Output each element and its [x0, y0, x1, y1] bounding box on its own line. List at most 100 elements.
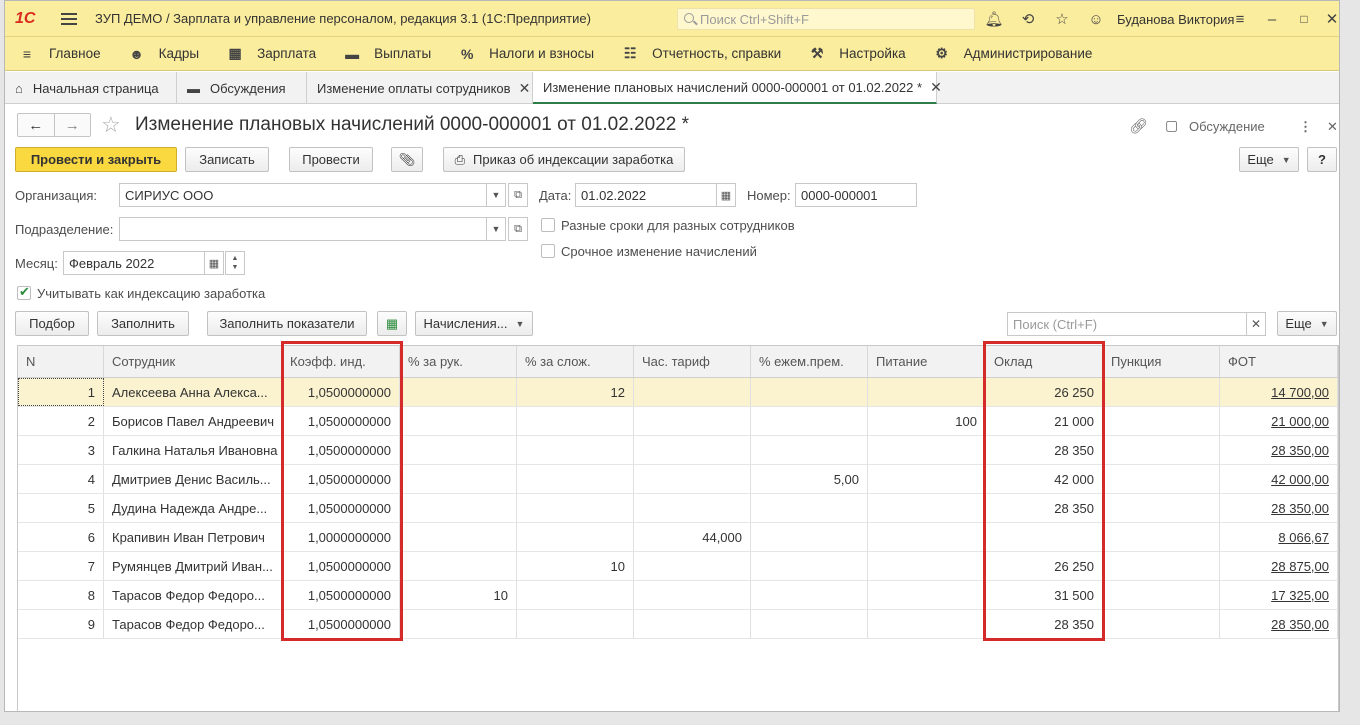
more-vertical-icon[interactable]: ⋮: [1299, 119, 1312, 135]
table-cell[interactable]: [400, 465, 517, 493]
fill-button[interactable]: Заполнить: [97, 311, 189, 336]
column-header[interactable]: Сотрудник: [104, 346, 282, 377]
table-cell[interactable]: [751, 407, 868, 435]
table-cell[interactable]: 100: [868, 407, 986, 435]
fill-indicators-button[interactable]: Заполнить показатели: [207, 311, 367, 336]
month-field[interactable]: Февраль 2022: [63, 251, 205, 275]
table-cell[interactable]: [400, 378, 517, 406]
table-cell[interactable]: 9: [18, 610, 104, 638]
table-cell[interactable]: [868, 378, 986, 406]
table-cell[interactable]: [517, 610, 634, 638]
table-row[interactable]: 8 Тарасов Федор Федоро... 1,0500000000 10 31…: [18, 581, 1338, 610]
table-cell[interactable]: [1103, 494, 1220, 522]
month-spinner[interactable]: ▲ ▼: [225, 251, 245, 275]
table-cell[interactable]: Румянцев Дмитрий Иван...: [104, 552, 282, 580]
bell-icon[interactable]: 🔔︎: [984, 10, 1003, 28]
table-row[interactable]: 3 Галкина Наталья Ивановна 1,0500000000 28 …: [18, 436, 1338, 465]
table-cell[interactable]: [1103, 436, 1220, 464]
table-cell[interactable]: [634, 581, 751, 609]
table-cell[interactable]: [400, 494, 517, 522]
month-calendar-icon[interactable]: ▦: [204, 251, 224, 275]
table-cell[interactable]: 6: [18, 523, 104, 551]
table-cell[interactable]: [751, 523, 868, 551]
table-cell[interactable]: [1103, 610, 1220, 638]
table-cell[interactable]: 28 875,00: [1220, 552, 1338, 580]
table-row[interactable]: 4 Дмитриев Денис Василь... 1,0500000000 5,0…: [18, 465, 1338, 494]
table-cell[interactable]: [634, 378, 751, 406]
discussion-link[interactable]: Обсуждение: [1189, 119, 1265, 134]
table-cell[interactable]: Дмитриев Денис Василь...: [104, 465, 282, 493]
table-cell[interactable]: [868, 581, 986, 609]
date-field[interactable]: 01.02.2022: [575, 183, 717, 207]
menu-item-main[interactable]: ≡ Главное: [19, 46, 101, 62]
tab-home[interactable]: ⌂ Начальная страница: [5, 72, 177, 104]
table-cell[interactable]: 8: [18, 581, 104, 609]
tab-salary-change[interactable]: Изменение оплаты сотрудников ✕: [307, 72, 533, 104]
table-cell[interactable]: [868, 494, 986, 522]
post-button[interactable]: Провести: [289, 147, 373, 172]
table-cell[interactable]: 17 325,00: [1220, 581, 1338, 609]
user-icon[interactable]: ☺: [1087, 10, 1105, 28]
table-cell[interactable]: 4: [18, 465, 104, 493]
menu-item-taxes[interactable]: % Налоги и взносы: [459, 46, 594, 62]
menu-item-settings[interactable]: ⚒ Настройка: [809, 45, 906, 62]
menu-item-salary[interactable]: ▦ Зарплата: [227, 45, 316, 62]
table-cell[interactable]: [517, 523, 634, 551]
different-terms-checkbox[interactable]: [541, 218, 555, 232]
table-cell[interactable]: [400, 436, 517, 464]
table-cell[interactable]: [751, 610, 868, 638]
table-cell[interactable]: [1103, 581, 1220, 609]
table-cell[interactable]: 2: [18, 407, 104, 435]
close-form-icon[interactable]: ✕: [1327, 119, 1338, 135]
save-button[interactable]: Записать: [185, 147, 269, 172]
table-cell[interactable]: [634, 494, 751, 522]
table-cell[interactable]: [751, 581, 868, 609]
table-cell[interactable]: [517, 436, 634, 464]
table-cell[interactable]: [1103, 465, 1220, 493]
table-cell[interactable]: [868, 610, 986, 638]
table-cell[interactable]: 3: [18, 436, 104, 464]
table-cell[interactable]: [868, 523, 986, 551]
table-cell[interactable]: [751, 494, 868, 522]
post-and-close-button[interactable]: Провести и закрыть: [15, 147, 177, 172]
clear-search-icon[interactable]: ✕: [1246, 312, 1266, 336]
table-row[interactable]: 1 Алексеева Анна Алекса... 1,0500000000 12 2…: [18, 378, 1338, 407]
user-name[interactable]: Буданова Виктория: [1117, 12, 1234, 27]
help-button[interactable]: ?: [1307, 147, 1337, 172]
table-cell[interactable]: [517, 407, 634, 435]
table-search-input[interactable]: Поиск (Ctrl+F): [1007, 312, 1247, 336]
table-cell[interactable]: [1103, 523, 1220, 551]
global-search-input[interactable]: Поиск Ctrl+Shift+F: [677, 8, 975, 30]
table-cell[interactable]: [400, 552, 517, 580]
table-cell[interactable]: [751, 552, 868, 580]
table-cell[interactable]: 28 350,00: [1220, 436, 1338, 464]
table-row[interactable]: 9 Тарасов Федор Федоро... 1,0500000000 28 3…: [18, 610, 1338, 639]
table-cell[interactable]: [634, 407, 751, 435]
table-cell[interactable]: [1103, 552, 1220, 580]
table-cell[interactable]: 28 350,00: [1220, 494, 1338, 522]
organization-dropdown-icon[interactable]: ▼: [486, 183, 506, 207]
table-cell[interactable]: Борисов Павел Андреевич: [104, 407, 282, 435]
column-header[interactable]: N: [18, 346, 104, 377]
main-menu-icon[interactable]: [61, 12, 77, 25]
urgent-change-checkbox[interactable]: [541, 244, 555, 258]
indexation-checkbox[interactable]: [17, 284, 31, 300]
organization-field[interactable]: СИРИУС ООО: [119, 183, 487, 207]
accruals-button[interactable]: Начисления... ▼: [415, 311, 533, 336]
table-cell[interactable]: [400, 610, 517, 638]
department-open-icon[interactable]: ⧉: [508, 217, 528, 241]
tab-discussions[interactable]: ▬ Обсуждения: [177, 72, 307, 104]
tab-planned-accruals[interactable]: Изменение плановых начислений 0000-00000…: [533, 72, 942, 104]
table-cell[interactable]: 42 000,00: [1220, 465, 1338, 493]
add-row-button[interactable]: ▦: [377, 311, 407, 336]
table-cell[interactable]: Тарасов Федор Федоро...: [104, 581, 282, 609]
column-header[interactable]: Питание: [868, 346, 986, 377]
table-cell[interactable]: [634, 552, 751, 580]
forward-arrow-icon[interactable]: →: [53, 114, 91, 136]
column-header[interactable]: % ежем.прем.: [751, 346, 868, 377]
table-cell[interactable]: [400, 523, 517, 551]
table-cell[interactable]: [868, 436, 986, 464]
table-cell[interactable]: [634, 610, 751, 638]
minimize-icon[interactable]: –: [1263, 10, 1281, 28]
table-cell[interactable]: 28 350,00: [1220, 610, 1338, 638]
